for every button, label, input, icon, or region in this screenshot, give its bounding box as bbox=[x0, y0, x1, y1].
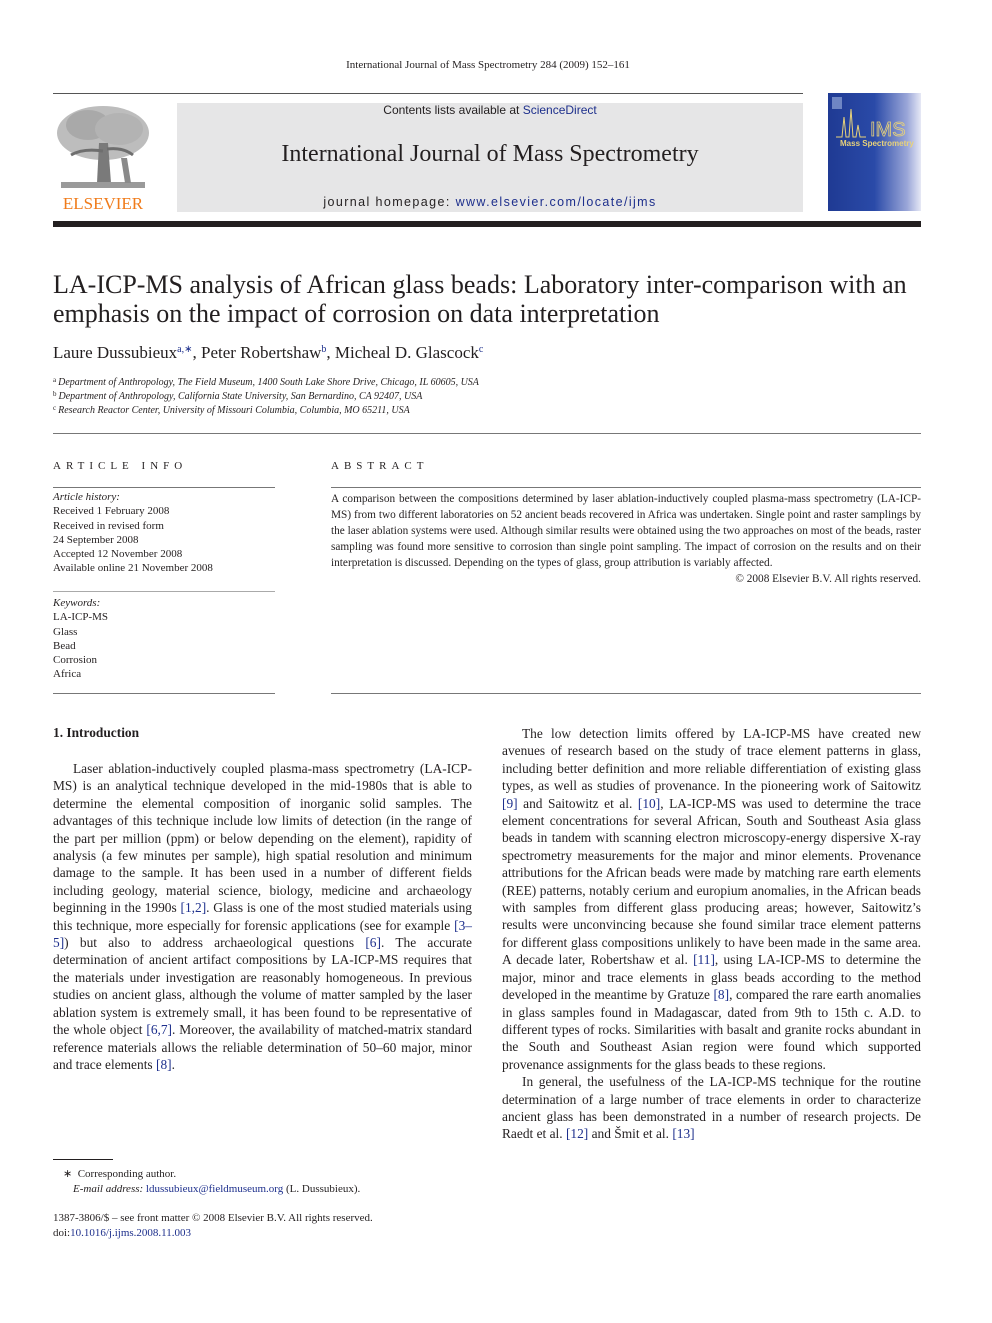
affiliation-mark: b bbox=[53, 390, 57, 398]
history-item: Accepted 12 November 2008 bbox=[53, 548, 183, 561]
affiliation: a Department of Anthropology, The Field M… bbox=[53, 376, 479, 388]
citation-link[interactable]: [13] bbox=[672, 1126, 694, 1141]
author-list: Laure Dussubieuxa,∗, Peter Robertshawb, … bbox=[53, 343, 484, 362]
doi-prefix: doi: bbox=[53, 1227, 71, 1239]
author-affiliation-mark[interactable]: b bbox=[321, 344, 326, 355]
left-column: Laser ablation-inductively coupled plasm… bbox=[53, 760, 472, 1073]
citation-link[interactable]: [8] bbox=[713, 987, 729, 1002]
divider bbox=[53, 433, 921, 434]
affiliation-text: Department of Anthropology, The Field Mu… bbox=[58, 377, 479, 388]
running-head: International Journal of Mass Spectromet… bbox=[346, 59, 630, 71]
homepage-prefix: journal homepage: bbox=[323, 195, 456, 209]
citation-link[interactable]: [8] bbox=[156, 1057, 172, 1072]
footnote: ∗ Corresponding author. E-mail address: … bbox=[63, 1167, 360, 1197]
citation-link[interactable]: [3–5] bbox=[53, 918, 472, 950]
journal-banner: Contents lists available at ScienceDirec… bbox=[177, 103, 803, 212]
email-line: E-mail address: ldussubieux@fieldmuseum.… bbox=[63, 1182, 360, 1197]
issn-line: 1387-3806/$ – see front matter © 2008 El… bbox=[53, 1212, 373, 1224]
citation-link[interactable]: [10] bbox=[638, 796, 660, 811]
affiliation-mark: c bbox=[53, 404, 57, 412]
journal-cover-thumbnail[interactable]: IMS Mass Spectrometry bbox=[828, 93, 921, 211]
keyword: Africa bbox=[53, 668, 82, 681]
citation-link[interactable]: [12] bbox=[566, 1126, 588, 1141]
keyword: Corrosion bbox=[53, 654, 97, 667]
author-affiliation-mark[interactable]: c bbox=[479, 344, 483, 355]
sciencedirect-link[interactable]: ScienceDirect bbox=[523, 103, 597, 117]
abstract-body: A comparison between the compositions de… bbox=[331, 491, 921, 587]
paragraph: In general, the usefulness of the LA-ICP… bbox=[502, 1074, 921, 1142]
contents-line: Contents lists available at ScienceDirec… bbox=[177, 103, 803, 117]
contents-prefix: Contents lists available at bbox=[383, 103, 523, 117]
spectrum-icon: IMS bbox=[836, 108, 906, 139]
citation-link[interactable]: [9] bbox=[502, 796, 518, 811]
header-rule bbox=[53, 93, 803, 94]
abstract-text: A comparison between the compositions de… bbox=[331, 493, 921, 569]
journal-homepage-link[interactable]: www.elsevier.com/locate/ijms bbox=[456, 195, 657, 209]
tree-icon bbox=[57, 106, 149, 188]
history-item: Received in revised form bbox=[53, 519, 164, 532]
citation-link[interactable]: [11] bbox=[693, 952, 715, 967]
corresponding-author-note: ∗ Corresponding author. bbox=[63, 1167, 360, 1182]
keywords: Keywords: LA-ICP-MS Glass Bead Corrosion… bbox=[53, 596, 275, 682]
paragraph: The low detection limits offered by LA-I… bbox=[502, 726, 922, 1072]
email-suffix: (L. Dussubieux). bbox=[283, 1183, 361, 1195]
article-title: LA-ICP-MS analysis of African glass bead… bbox=[53, 270, 907, 328]
divider bbox=[53, 487, 275, 488]
publisher-wordmark: ELSEVIER bbox=[62, 194, 144, 213]
keyword: LA-ICP-MS bbox=[53, 611, 109, 624]
article-info-heading: ARTICLE INFO bbox=[53, 460, 188, 472]
affiliation: c Research Reactor Center, University of … bbox=[53, 404, 410, 416]
history-item: Available online 21 November 2008 bbox=[53, 562, 213, 575]
affiliation-text: Research Reactor Center, University of M… bbox=[58, 405, 410, 416]
footnote-rule bbox=[53, 1159, 113, 1160]
citation-link[interactable]: [6] bbox=[365, 935, 381, 950]
divider bbox=[331, 487, 921, 488]
section-heading: 1. Introduction bbox=[53, 725, 140, 740]
history-item: Received 1 February 2008 bbox=[53, 505, 170, 518]
email-link[interactable]: ldussubieux@fieldmuseum.org bbox=[146, 1183, 283, 1195]
citation-link[interactable]: [6,7] bbox=[146, 1022, 172, 1037]
divider bbox=[331, 693, 921, 694]
affiliation: b Department of Anthropology, California … bbox=[53, 390, 422, 402]
journal-title: International Journal of Mass Spectromet… bbox=[281, 141, 699, 167]
front-matter: 1387-3806/$ – see front matter © 2008 El… bbox=[53, 1211, 373, 1241]
article-history-label: Article history: bbox=[53, 491, 120, 503]
right-column: The low detection limits offered by LA-I… bbox=[502, 725, 921, 1143]
svg-text:IMS: IMS bbox=[870, 119, 906, 139]
keyword: Bead bbox=[53, 639, 76, 652]
doi-line: doi:10.1016/j.ijms.2008.11.003 bbox=[53, 1226, 373, 1241]
footnote-mark: ∗ bbox=[63, 1168, 73, 1180]
email-label: E-mail address: bbox=[73, 1183, 146, 1195]
author-name: Peter Robertshaw bbox=[201, 343, 322, 362]
divider bbox=[53, 693, 275, 694]
keyword: Glass bbox=[53, 625, 78, 638]
keywords-label: Keywords: bbox=[53, 597, 101, 609]
article-history: Article history: Received 1 February 200… bbox=[53, 490, 275, 576]
citation-link[interactable]: [1,2] bbox=[181, 900, 207, 915]
doi-link[interactable]: 10.1016/j.ijms.2008.11.003 bbox=[70, 1227, 191, 1239]
paragraph: Laser ablation-inductively coupled plasm… bbox=[53, 761, 472, 1072]
author-name: Micheal D. Glascock bbox=[334, 343, 479, 362]
masthead-thick-rule bbox=[53, 221, 921, 227]
corresponding-text: Corresponding author. bbox=[77, 1168, 177, 1180]
affiliation-text: Department of Anthropology, California S… bbox=[58, 391, 423, 402]
homepage-line: journal homepage: www.elsevier.com/locat… bbox=[177, 195, 803, 209]
abstract-copyright: © 2008 Elsevier B.V. All rights reserved… bbox=[735, 573, 921, 585]
cover-title: Mass Spectrometry bbox=[840, 139, 914, 148]
affiliation-mark: a bbox=[53, 376, 57, 384]
abstract-heading: ABSTRACT bbox=[331, 460, 429, 472]
author-affiliation-mark[interactable]: a,∗ bbox=[177, 344, 192, 355]
divider bbox=[53, 591, 275, 592]
history-item: 24 September 2008 bbox=[53, 533, 139, 546]
author-name: Laure Dussubieux bbox=[53, 343, 178, 362]
